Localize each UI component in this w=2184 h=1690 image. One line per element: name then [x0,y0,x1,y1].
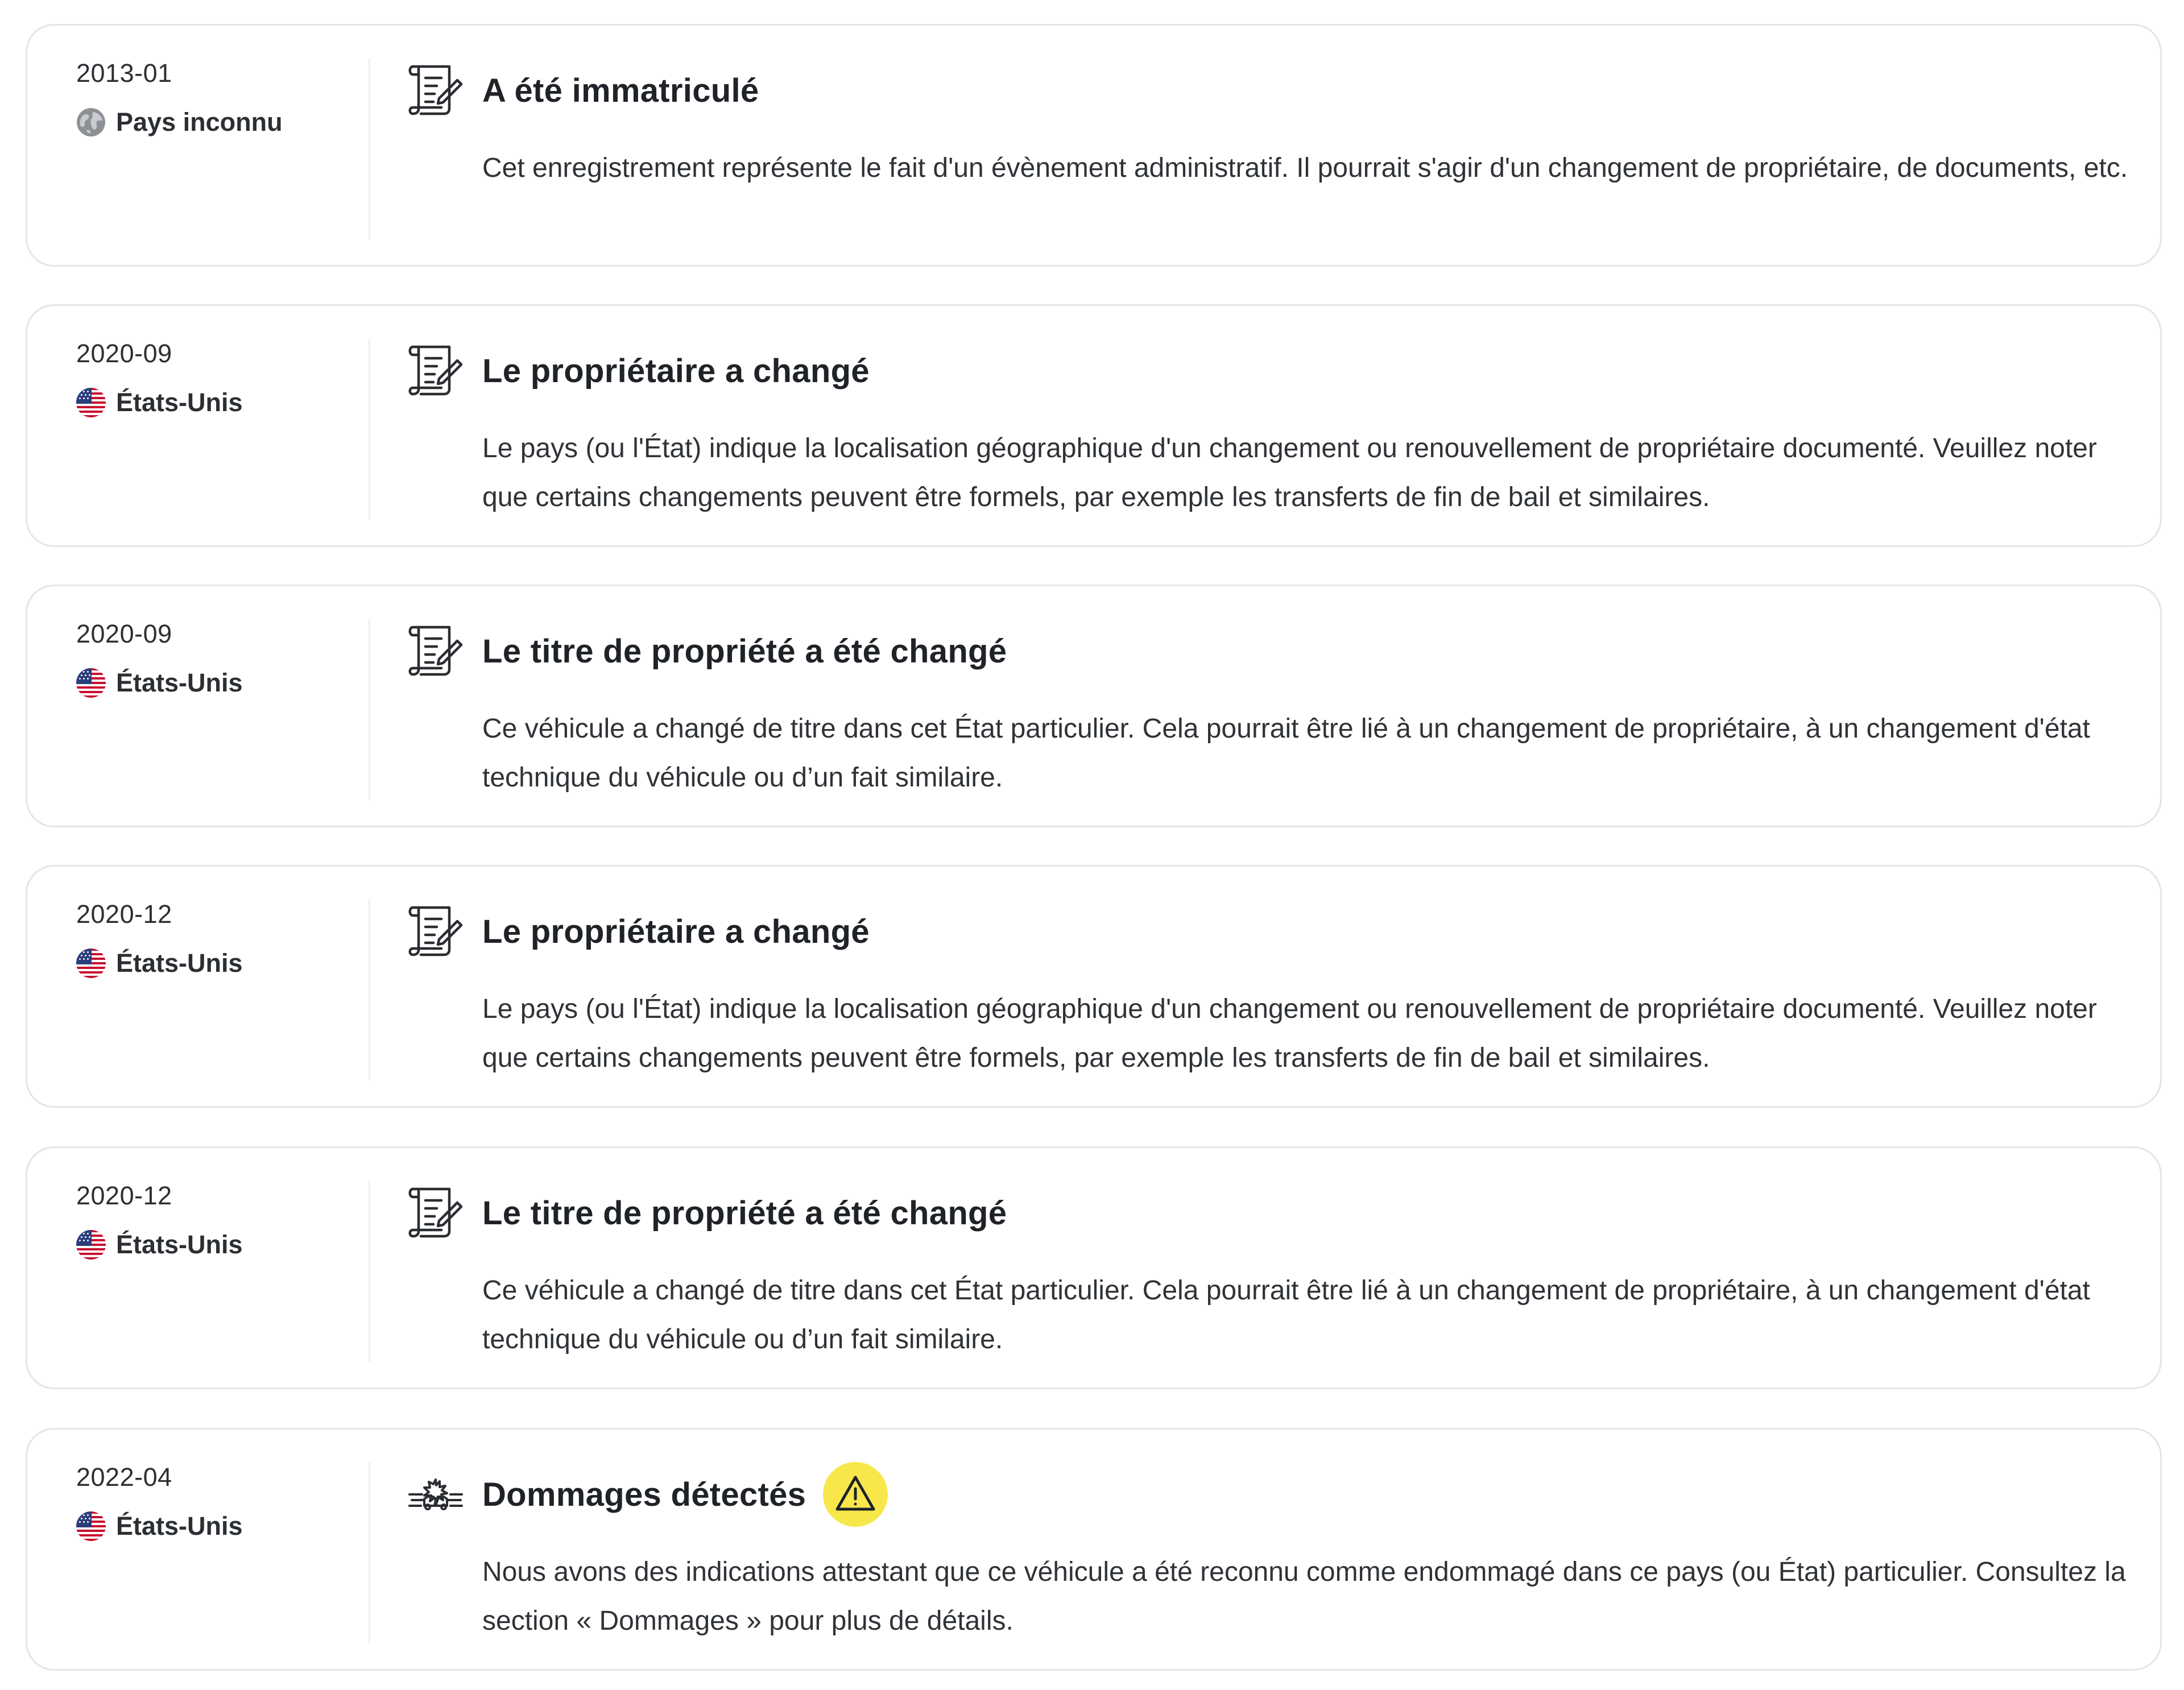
event-title-row: A été immatriculé [482,62,759,119]
event-date: 2022-04 [76,1463,172,1492]
event-date: 2020-12 [76,900,172,929]
event-title: Le titre de propriété a été changé [482,1194,1007,1232]
column-divider [369,59,370,239]
event-date: 2020-09 [76,339,172,368]
country-label: États-Unis [116,1511,243,1540]
timeline-event-card: 2013-01 Pays inconnu A été immatriculé C… [26,24,2162,267]
column-divider [369,339,370,520]
us-flag-icon [76,1230,106,1260]
event-meta: 2020-12 États-Unis [76,1180,372,1261]
event-meta: 2020-09 États-Unis [76,338,372,419]
event-title: Le propriétaire a changé [482,352,870,390]
event-description: Le pays (ou l'État) indique la localisat… [482,433,2097,512]
column-divider [369,1181,370,1362]
event-title-row: Le titre de propriété a été changé [482,1184,1007,1241]
event-meta: 2013-01 Pays inconnu [76,57,372,138]
event-title-row: Dommages détectés [482,1462,888,1527]
event-description: Cet enregistrement représente le fait d'… [482,153,2128,183]
country-label: États-Unis [116,1230,243,1259]
column-divider [369,900,370,1080]
us-flag-icon [76,668,106,698]
timeline-event-card: 2020-09 États-Unis Le propriétaire a cha… [26,304,2162,547]
event-description: Le pays (ou l'État) indique la localisat… [482,994,2097,1073]
event-meta: 2020-09 États-Unis [76,618,372,699]
timeline-event-card: 2020-12 États-Unis Le titre de propriété… [26,1146,2162,1389]
scroll-document-icon [408,626,463,676]
event-country: Pays inconnu [76,106,372,138]
event-meta: 2020-12 États-Unis [76,898,372,979]
scroll-document-icon [408,1187,463,1238]
country-label: États-Unis [116,668,243,697]
event-country: États-Unis [76,1229,372,1261]
event-meta: 2022-04 États-Unis [76,1461,372,1542]
country-label: Pays inconnu [116,107,283,136]
warning-triangle-icon [835,1476,875,1511]
event-description: Ce véhicule a changé de titre dans cet É… [482,1275,2090,1355]
scroll-document-icon [408,65,463,115]
event-title-row: Le propriétaire a changé [482,903,870,960]
vehicle-history-timeline: 2013-01 Pays inconnu A été immatriculé C… [0,0,2184,1690]
column-divider [369,619,370,800]
country-label: États-Unis [116,388,243,417]
event-country: États-Unis [76,947,372,979]
event-title: Le titre de propriété a été changé [482,632,1007,670]
event-country: États-Unis [76,387,372,419]
event-date: 2020-12 [76,1181,172,1210]
event-date: 2020-09 [76,619,172,648]
globe-icon [77,108,105,136]
column-divider [369,1463,370,1643]
event-title-row: Le propriétaire a changé [482,342,870,399]
event-country: États-Unis [76,667,372,699]
timeline-event-card: 2020-12 États-Unis Le propriétaire a cha… [26,865,2162,1108]
scroll-document-icon [408,345,463,396]
event-title: Dommages détectés [482,1476,806,1513]
timeline-event-card: 2022-04 États-Unis Dommages détectés Nou… [26,1428,2162,1671]
event-description: Ce véhicule a changé de titre dans cet É… [482,714,2090,793]
us-flag-icon [76,1511,106,1541]
event-date: 2013-01 [76,59,172,88]
scroll-document-icon [408,906,463,956]
timeline-event-card: 2020-09 États-Unis Le titre de propriété… [26,585,2162,827]
event-title-row: Le titre de propriété a été changé [482,623,1007,680]
us-flag-icon [76,388,106,417]
us-flag-icon [76,948,106,978]
event-title: Le propriétaire a changé [482,913,870,950]
event-country: États-Unis [76,1510,372,1542]
car-crash-icon [408,1478,463,1510]
event-title: A été immatriculé [482,72,759,109]
country-label: États-Unis [116,948,243,977]
warning-badge [823,1462,888,1527]
event-description: Nous avons des indications attestant que… [482,1557,2126,1636]
